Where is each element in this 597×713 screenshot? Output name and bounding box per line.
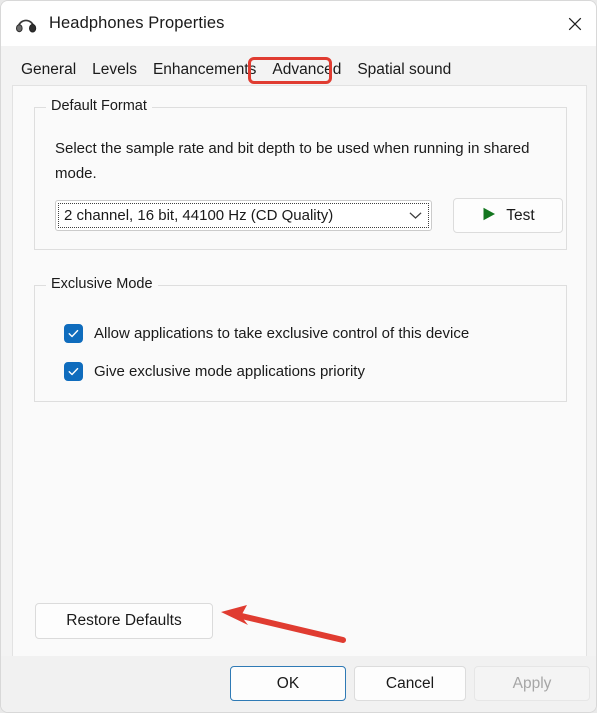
tab-enhancements[interactable]: Enhancements	[145, 57, 264, 86]
dialog-footer: OK Cancel Apply	[1, 656, 597, 712]
headphones-properties-dialog: Headphones Properties General Levels Enh…	[0, 0, 597, 713]
tab-strip: General Levels Enhancements Advanced Spa…	[7, 46, 592, 86]
play-icon	[481, 206, 497, 225]
window-title: Headphones Properties	[49, 14, 224, 33]
checkbox-row-allow-exclusive-control[interactable]: Allow applications to take exclusive con…	[64, 324, 469, 343]
tab-general[interactable]: General	[13, 57, 84, 86]
titlebar: Headphones Properties	[1, 1, 597, 46]
exclusive-mode-group: Exclusive Mode Allow applications to tak…	[34, 285, 567, 402]
exclusive-mode-group-label: Exclusive Mode	[46, 276, 158, 292]
headphones-icon	[15, 13, 37, 35]
default-format-group: Default Format Select the sample rate an…	[34, 107, 567, 250]
cancel-button[interactable]: Cancel	[354, 666, 466, 701]
default-format-group-label: Default Format	[46, 98, 152, 114]
test-button-label: Test	[506, 207, 534, 225]
apply-button: Apply	[474, 666, 590, 701]
advanced-tab-page: Default Format Select the sample rate an…	[12, 85, 587, 657]
checkbox-label-exclusive-priority: Give exclusive mode applications priorit…	[94, 363, 365, 380]
checkbox-row-exclusive-priority[interactable]: Give exclusive mode applications priorit…	[64, 362, 365, 381]
default-format-description: Select the sample rate and bit depth to …	[55, 136, 552, 186]
tab-spatial-sound[interactable]: Spatial sound	[349, 57, 459, 86]
checkbox-label-allow-exclusive-control: Allow applications to take exclusive con…	[94, 325, 469, 342]
ok-button[interactable]: OK	[230, 666, 346, 701]
tab-advanced[interactable]: Advanced	[264, 57, 349, 86]
checkbox-allow-exclusive-control[interactable]	[64, 324, 83, 343]
tab-levels[interactable]: Levels	[84, 57, 145, 86]
close-icon[interactable]	[552, 1, 597, 46]
sample-rate-combobox[interactable]: 2 channel, 16 bit, 44100 Hz (CD Quality)	[55, 200, 432, 231]
chevron-down-icon[interactable]	[399, 201, 431, 230]
restore-defaults-button[interactable]: Restore Defaults	[35, 603, 213, 639]
test-button[interactable]: Test	[453, 198, 563, 233]
checkbox-exclusive-priority[interactable]	[64, 362, 83, 381]
combobox-selected-value: 2 channel, 16 bit, 44100 Hz (CD Quality)	[64, 207, 333, 224]
